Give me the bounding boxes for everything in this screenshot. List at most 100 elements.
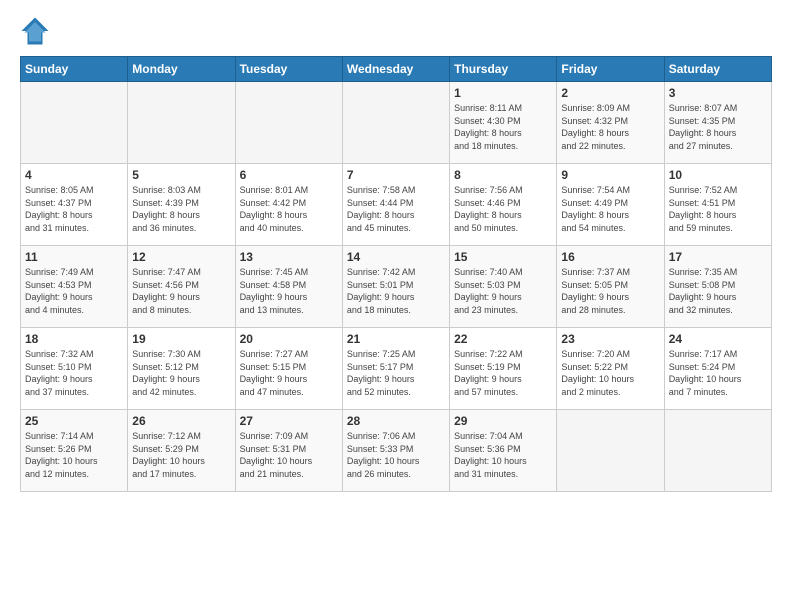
header (20, 16, 772, 46)
week-row-2: 11Sunrise: 7:49 AM Sunset: 4:53 PM Dayli… (21, 246, 772, 328)
day-info: Sunrise: 7:49 AM Sunset: 4:53 PM Dayligh… (25, 266, 123, 316)
day-number: 16 (561, 250, 659, 264)
day-cell: 4 Sunrise: 8:05 AM Sunset: 4:37 PM Daylig… (21, 164, 128, 246)
day-cell: 1Sunrise: 8:11 AM Sunset: 4:30 PM Daylig… (450, 82, 557, 164)
week-row-0: 1Sunrise: 8:11 AM Sunset: 4:30 PM Daylig… (21, 82, 772, 164)
day-cell: 11Sunrise: 7:49 AM Sunset: 4:53 PM Dayli… (21, 246, 128, 328)
day-number: 18 (25, 332, 123, 346)
day-cell: 27 Sunrise: 7:09 AM Sunset: 5:31 PM Dayli… (235, 410, 342, 492)
day-cell: 6 Sunrise: 8:01 AM Sunset: 4:42 PM Daylig… (235, 164, 342, 246)
day-info: Sunrise: 7:42 AM Sunset: 5:01 PM Dayligh… (347, 266, 445, 316)
day-info: Sunrise: 8:07 AM Sunset: 4:35 PM Dayligh… (669, 102, 767, 152)
day-cell: 5 Sunrise: 8:03 AM Sunset: 4:39 PM Daylig… (128, 164, 235, 246)
day-cell (128, 82, 235, 164)
day-cell: 16 Sunrise: 7:37 AM Sunset: 5:05 PM Dayli… (557, 246, 664, 328)
header-row: SundayMondayTuesdayWednesdayThursdayFrid… (21, 57, 772, 82)
day-cell: 24Sunrise: 7:17 AM Sunset: 5:24 PM Dayli… (664, 328, 771, 410)
day-number: 27 (240, 414, 338, 428)
day-cell: 12 Sunrise: 7:47 AM Sunset: 4:56 PM Dayli… (128, 246, 235, 328)
day-cell (235, 82, 342, 164)
day-info: Sunrise: 8:05 AM Sunset: 4:37 PM Dayligh… (25, 184, 123, 234)
week-row-1: 4 Sunrise: 8:05 AM Sunset: 4:37 PM Daylig… (21, 164, 772, 246)
calendar-table: SundayMondayTuesdayWednesdayThursdayFrid… (20, 56, 772, 492)
header-cell-friday: Friday (557, 57, 664, 82)
day-number: 3 (669, 86, 767, 100)
day-cell: 2Sunrise: 8:09 AM Sunset: 4:32 PM Daylig… (557, 82, 664, 164)
day-info: Sunrise: 7:58 AM Sunset: 4:44 PM Dayligh… (347, 184, 445, 234)
day-number: 2 (561, 86, 659, 100)
day-number: 26 (132, 414, 230, 428)
day-info: Sunrise: 7:52 AM Sunset: 4:51 PM Dayligh… (669, 184, 767, 234)
day-info: Sunrise: 7:47 AM Sunset: 4:56 PM Dayligh… (132, 266, 230, 316)
day-cell: 28 Sunrise: 7:06 AM Sunset: 5:33 PM Dayli… (342, 410, 449, 492)
calendar-header: SundayMondayTuesdayWednesdayThursdayFrid… (21, 57, 772, 82)
day-cell: 14 Sunrise: 7:42 AM Sunset: 5:01 PM Dayli… (342, 246, 449, 328)
day-info: Sunrise: 7:35 AM Sunset: 5:08 PM Dayligh… (669, 266, 767, 316)
header-cell-wednesday: Wednesday (342, 57, 449, 82)
day-number: 9 (561, 168, 659, 182)
day-info: Sunrise: 8:01 AM Sunset: 4:42 PM Dayligh… (240, 184, 338, 234)
day-cell: 17 Sunrise: 7:35 AM Sunset: 5:08 PM Dayli… (664, 246, 771, 328)
day-number: 4 (25, 168, 123, 182)
day-cell: 9 Sunrise: 7:54 AM Sunset: 4:49 PM Daylig… (557, 164, 664, 246)
day-number: 13 (240, 250, 338, 264)
day-cell: 29 Sunrise: 7:04 AM Sunset: 5:36 PM Dayli… (450, 410, 557, 492)
page: SundayMondayTuesdayWednesdayThursdayFrid… (0, 0, 792, 612)
day-cell: 18 Sunrise: 7:32 AM Sunset: 5:10 PM Dayli… (21, 328, 128, 410)
day-cell: 26 Sunrise: 7:12 AM Sunset: 5:29 PM Dayli… (128, 410, 235, 492)
day-number: 19 (132, 332, 230, 346)
day-cell: 7 Sunrise: 7:58 AM Sunset: 4:44 PM Daylig… (342, 164, 449, 246)
day-info: Sunrise: 7:22 AM Sunset: 5:19 PM Dayligh… (454, 348, 552, 398)
calendar-body: 1Sunrise: 8:11 AM Sunset: 4:30 PM Daylig… (21, 82, 772, 492)
day-cell: 21 Sunrise: 7:25 AM Sunset: 5:17 PM Dayli… (342, 328, 449, 410)
day-cell: 3 Sunrise: 8:07 AM Sunset: 4:35 PM Daylig… (664, 82, 771, 164)
header-cell-monday: Monday (128, 57, 235, 82)
day-info: Sunrise: 7:56 AM Sunset: 4:46 PM Dayligh… (454, 184, 552, 234)
day-cell (664, 410, 771, 492)
day-info: Sunrise: 7:54 AM Sunset: 4:49 PM Dayligh… (561, 184, 659, 234)
day-number: 5 (132, 168, 230, 182)
day-cell: 25Sunrise: 7:14 AM Sunset: 5:26 PM Dayli… (21, 410, 128, 492)
day-number: 7 (347, 168, 445, 182)
header-cell-saturday: Saturday (664, 57, 771, 82)
day-number: 23 (561, 332, 659, 346)
day-number: 25 (25, 414, 123, 428)
day-info: Sunrise: 7:06 AM Sunset: 5:33 PM Dayligh… (347, 430, 445, 480)
day-number: 21 (347, 332, 445, 346)
day-info: Sunrise: 8:03 AM Sunset: 4:39 PM Dayligh… (132, 184, 230, 234)
day-info: Sunrise: 7:37 AM Sunset: 5:05 PM Dayligh… (561, 266, 659, 316)
day-number: 29 (454, 414, 552, 428)
day-number: 22 (454, 332, 552, 346)
day-number: 1 (454, 86, 552, 100)
day-number: 6 (240, 168, 338, 182)
day-cell: 15Sunrise: 7:40 AM Sunset: 5:03 PM Dayli… (450, 246, 557, 328)
logo-icon (20, 16, 50, 46)
day-number: 14 (347, 250, 445, 264)
day-info: Sunrise: 7:12 AM Sunset: 5:29 PM Dayligh… (132, 430, 230, 480)
day-number: 12 (132, 250, 230, 264)
day-cell: 22 Sunrise: 7:22 AM Sunset: 5:19 PM Dayli… (450, 328, 557, 410)
day-cell (557, 410, 664, 492)
day-info: Sunrise: 7:32 AM Sunset: 5:10 PM Dayligh… (25, 348, 123, 398)
day-number: 20 (240, 332, 338, 346)
day-info: Sunrise: 7:30 AM Sunset: 5:12 PM Dayligh… (132, 348, 230, 398)
day-info: Sunrise: 7:20 AM Sunset: 5:22 PM Dayligh… (561, 348, 659, 398)
day-number: 28 (347, 414, 445, 428)
day-cell (342, 82, 449, 164)
day-cell: 20 Sunrise: 7:27 AM Sunset: 5:15 PM Dayli… (235, 328, 342, 410)
day-info: Sunrise: 7:27 AM Sunset: 5:15 PM Dayligh… (240, 348, 338, 398)
day-info: Sunrise: 7:25 AM Sunset: 5:17 PM Dayligh… (347, 348, 445, 398)
day-info: Sunrise: 7:09 AM Sunset: 5:31 PM Dayligh… (240, 430, 338, 480)
day-number: 15 (454, 250, 552, 264)
logo (20, 16, 54, 46)
day-cell (21, 82, 128, 164)
day-info: Sunrise: 7:04 AM Sunset: 5:36 PM Dayligh… (454, 430, 552, 480)
header-cell-thursday: Thursday (450, 57, 557, 82)
day-cell: 23 Sunrise: 7:20 AM Sunset: 5:22 PM Dayli… (557, 328, 664, 410)
header-cell-sunday: Sunday (21, 57, 128, 82)
day-number: 10 (669, 168, 767, 182)
day-cell: 8Sunrise: 7:56 AM Sunset: 4:46 PM Daylig… (450, 164, 557, 246)
week-row-3: 18 Sunrise: 7:32 AM Sunset: 5:10 PM Dayli… (21, 328, 772, 410)
day-number: 17 (669, 250, 767, 264)
day-number: 24 (669, 332, 767, 346)
